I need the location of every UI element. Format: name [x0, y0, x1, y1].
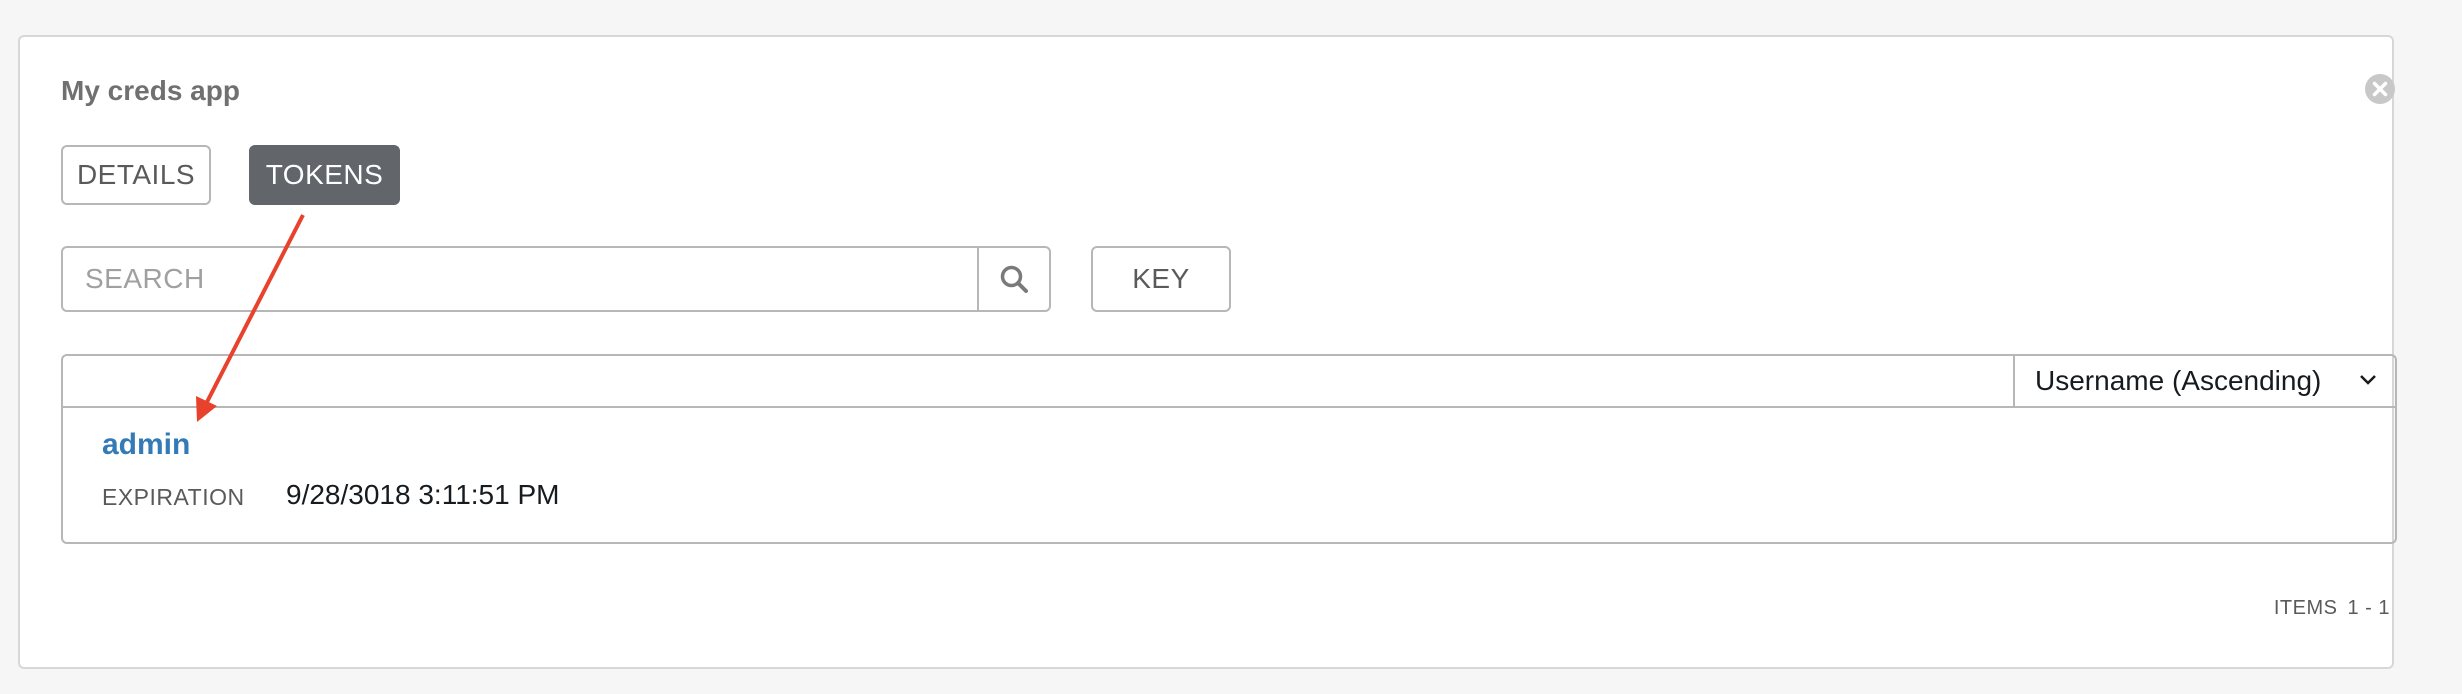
items-range: 1 - 1 — [2347, 597, 2390, 619]
token-list: Username (Ascending) admin EXPIRATION 9/… — [61, 354, 2397, 544]
chevron-down-icon — [2360, 375, 2376, 385]
tab-details[interactable]: DETAILS — [61, 145, 211, 205]
items-label: ITEMS — [2273, 597, 2338, 619]
items-count: ITEMS 1 - 1 — [2090, 597, 2390, 620]
tab-tokens[interactable]: TOKENS — [249, 145, 400, 205]
sort-dropdown[interactable]: Username (Ascending) — [2013, 356, 2395, 406]
list-toolbar: Username (Ascending) — [63, 356, 2395, 408]
search-input[interactable] — [61, 246, 977, 312]
token-username-link[interactable]: admin — [102, 428, 190, 462]
sort-dropdown-label: Username (Ascending) — [2035, 365, 2322, 396]
dialog-title: My creds app — [61, 75, 240, 106]
search-button[interactable] — [977, 246, 1051, 312]
expiration-label: EXPIRATION — [102, 484, 245, 510]
expiration-value: 9/28/3018 3:11:51 PM — [286, 479, 560, 510]
search-icon — [1000, 265, 1028, 293]
key-button[interactable]: KEY — [1091, 246, 1231, 312]
token-dialog: My creds app DETAILS TOKENS KEY Username… — [18, 35, 2397, 669]
close-icon[interactable] — [2364, 73, 2396, 105]
